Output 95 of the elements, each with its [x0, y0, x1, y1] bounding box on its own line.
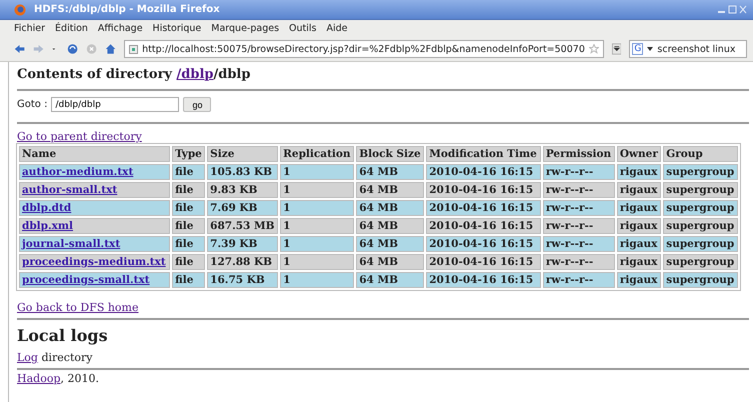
table-cell: 7.69 KB: [207, 200, 278, 216]
search-field[interactable]: G screenshot linux: [629, 40, 747, 58]
table-cell: 105.83 KB: [207, 164, 278, 180]
table-cell: 2010-04-16 16:15: [426, 272, 541, 288]
table-cell: rigaux: [616, 164, 662, 180]
table-cell: 1: [280, 200, 354, 216]
parent-directory-link[interactable]: Go to parent directory: [17, 130, 142, 143]
table-cell: rw-r--r--: [542, 272, 615, 288]
menu-item[interactable]: Historique: [152, 23, 202, 34]
table-cell: 64 MB: [356, 254, 424, 270]
table-cell: 64 MB: [356, 200, 424, 216]
table-cell: rigaux: [616, 254, 662, 270]
table-cell: supergroup: [663, 272, 738, 288]
goto-field[interactable]: /dblp/dblp: [51, 97, 180, 112]
table-cell: rigaux: [616, 236, 662, 252]
column-header: Owner: [616, 146, 662, 162]
table-cell: rigaux: [616, 218, 662, 234]
column-header: Name: [19, 146, 170, 162]
table-cell: file: [172, 272, 206, 288]
goto-label: Goto :: [17, 99, 48, 110]
table-cell: rw-r--r--: [542, 254, 615, 270]
footer-text: , 2010.: [60, 372, 99, 385]
table-cell: file: [172, 218, 206, 234]
home-link[interactable]: Go back to DFS home: [17, 301, 138, 314]
directory-link[interactable]: /dblp: [176, 67, 214, 82]
column-header: Type: [172, 146, 206, 162]
window-title: HDFS:/dblp/dblp - Mozilla Firefox: [34, 4, 221, 15]
address-bar[interactable]: http://localhost:50075/browseDirectory.jsp?dir=%2Fdblp%2Fdblp&namenodeInfoPort=50070: [124, 40, 604, 58]
reload-icon[interactable]: [66, 42, 78, 56]
menu-item[interactable]: Aide: [326, 23, 348, 34]
table-cell: 64 MB: [356, 272, 424, 288]
star-icon[interactable]: [588, 44, 599, 54]
table-cell: 1: [280, 272, 354, 288]
browser-logo-icon: [14, 4, 26, 16]
table-cell: rw-r--r--: [542, 164, 615, 180]
go-button[interactable]: go: [183, 97, 212, 112]
table-cell: file: [172, 200, 206, 216]
table-cell: rw-r--r--: [542, 236, 615, 252]
table-cell: 2010-04-16 16:15: [426, 200, 541, 216]
menu-item[interactable]: Outils: [289, 23, 316, 34]
table-cell: 16.75 KB: [207, 272, 278, 288]
menu-item[interactable]: Fichier: [14, 23, 46, 34]
hadoop-link[interactable]: Hadoop: [17, 372, 60, 385]
table-cell: 2010-04-16 16:15: [426, 254, 541, 270]
table-cell: 64 MB: [356, 182, 424, 198]
table-cell: 127.88 KB: [207, 254, 278, 270]
menu-item[interactable]: Marque-pages: [211, 23, 280, 34]
caret-icon[interactable]: [647, 46, 654, 52]
window-controls-icon[interactable]: [717, 4, 747, 14]
table-cell: 1: [280, 218, 354, 234]
table-cell: supergroup: [663, 182, 738, 198]
menu-item[interactable]: Édition: [55, 23, 88, 34]
table-cell: 1: [280, 164, 354, 180]
table-cell: rw-r--r--: [542, 200, 615, 216]
column-header: Group: [663, 146, 738, 162]
table-cell: supergroup: [663, 164, 738, 180]
table-cell: rigaux: [616, 182, 662, 198]
table-cell: file: [172, 182, 206, 198]
column-header: Replication: [280, 146, 354, 162]
table-cell: 687.53 MB: [207, 218, 278, 234]
table-cell: 64 MB: [356, 236, 424, 252]
column-header: Modification Time: [426, 146, 541, 162]
table-cell: 2010-04-16 16:15: [426, 182, 541, 198]
menu-item[interactable]: Affichage: [98, 23, 143, 34]
table-cell: supergroup: [663, 236, 738, 252]
table-cell: file: [172, 236, 206, 252]
column-header: Block Size: [356, 146, 424, 162]
table-cell: 9.83 KB: [207, 182, 278, 198]
table-cell: 2010-04-16 16:15: [426, 164, 541, 180]
table-cell: supergroup: [663, 254, 738, 270]
table-cell: file: [172, 254, 206, 270]
table-cell: 2010-04-16 16:15: [426, 218, 541, 234]
table-cell: 2010-04-16 16:15: [426, 236, 541, 252]
table-cell: rw-r--r--: [542, 182, 615, 198]
table-cell: rw-r--r--: [542, 218, 615, 234]
table-cell: 64 MB: [356, 164, 424, 180]
table-cell: 1: [280, 254, 354, 270]
table-cell: 1: [280, 236, 354, 252]
table-cell: 7.39 KB: [207, 236, 278, 252]
table-cell: rigaux: [616, 200, 662, 216]
table-cell: rigaux: [616, 272, 662, 288]
table-cell: file: [172, 164, 206, 180]
table-cell: supergroup: [663, 200, 738, 216]
table-cell: supergroup: [663, 218, 738, 234]
page-heading: Contents of directory /dblp/dblp: [17, 67, 252, 82]
table-cell: 64 MB: [356, 218, 424, 234]
log-text: directory: [40, 351, 92, 364]
table-cell: 1: [280, 182, 354, 198]
dropdown-icon[interactable]: [612, 42, 622, 56]
page-icon: [129, 44, 138, 54]
home-icon[interactable]: [105, 42, 116, 56]
column-header: Size: [207, 146, 278, 162]
section-heading: Local logs: [17, 326, 109, 345]
log-link[interactable]: Log: [17, 351, 38, 364]
column-header: Permission: [542, 146, 615, 162]
